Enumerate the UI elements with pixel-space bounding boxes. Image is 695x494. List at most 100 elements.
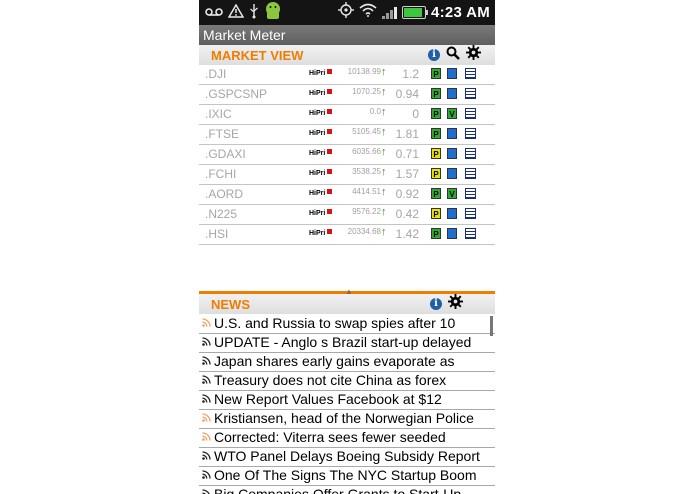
market-row[interactable]: .DJI HiPri 10138.99 ↑ 1.2 P V xyxy=(199,65,495,85)
market-change: 0 xyxy=(412,107,419,121)
v-button[interactable]: V xyxy=(447,188,457,199)
priority-flag-icon xyxy=(327,89,332,94)
priority-flag-icon xyxy=(327,169,332,174)
app-title: Market Meter xyxy=(199,25,495,45)
news-item[interactable]: Treasury does not cite China as forex xyxy=(199,372,495,391)
gear-icon[interactable] xyxy=(448,294,463,314)
news-headline: Japan shares early gains evaporate as xyxy=(214,353,455,369)
notes-icon[interactable] xyxy=(465,228,476,239)
news-scrollbar[interactable] xyxy=(490,316,493,336)
phone-screen: 4:23 AM Market Meter MARKET VIEW i .DJI H… xyxy=(199,0,495,494)
v-button[interactable]: V xyxy=(447,68,457,79)
market-symbol: .FTSE xyxy=(205,127,240,141)
search-icon[interactable] xyxy=(446,46,460,65)
news-headline: Treasury does not cite China as forex xyxy=(214,372,447,388)
market-price: 4414.51 xyxy=(352,187,381,196)
info-icon[interactable]: i xyxy=(428,49,440,61)
p-button[interactable]: P xyxy=(431,128,441,139)
p-button[interactable]: P xyxy=(431,188,441,199)
news-item[interactable]: Corrected: Viterra sees fewer seeded xyxy=(199,429,495,448)
market-symbol: .GSPCSNP xyxy=(205,87,268,101)
market-change: 1.81 xyxy=(395,127,419,141)
news-item[interactable]: One Of The Signs The NYC Startup Boom xyxy=(199,467,495,486)
market-change: 0.94 xyxy=(395,87,419,101)
v-button[interactable]: V xyxy=(447,168,457,179)
news-item[interactable]: New Report Values Facebook at $12 xyxy=(199,391,495,410)
news-item[interactable]: Japan shares early gains evaporate as xyxy=(199,353,495,372)
priority-label: HiPri xyxy=(309,130,326,137)
news-item[interactable]: Kristiansen, head of the Norwegian Polic… xyxy=(199,410,495,429)
news-headline: Big Companies Offer Grants to Start-Up xyxy=(214,486,462,494)
rss-feed-icon xyxy=(202,432,211,441)
v-button[interactable]: V xyxy=(447,208,457,219)
news-item[interactable]: Big Companies Offer Grants to Start-Up xyxy=(199,486,495,494)
rss-feed-icon xyxy=(202,394,211,403)
market-symbol: .FCHI xyxy=(205,167,237,181)
market-row[interactable]: .FCHI HiPri 3538.25 ↑ 1.57 P V xyxy=(199,165,495,185)
v-button[interactable]: V xyxy=(447,108,457,119)
market-price: 9576.22 xyxy=(352,207,381,216)
notes-icon[interactable] xyxy=(465,188,476,199)
p-button[interactable]: P xyxy=(431,148,441,159)
v-button[interactable]: V xyxy=(447,148,457,159)
notes-icon[interactable] xyxy=(465,168,476,179)
notes-icon[interactable] xyxy=(465,68,476,79)
up-arrow-icon: ↑ xyxy=(381,66,387,78)
up-arrow-icon: ↑ xyxy=(381,126,387,138)
news-headline: WTO Panel Delays Boeing Subsidy Report xyxy=(214,448,480,464)
market-row[interactable]: .N225 HiPri 9576.22 ↑ 0.42 P V xyxy=(199,205,495,225)
up-arrow-icon: ↑ xyxy=(381,166,387,178)
gear-icon[interactable] xyxy=(466,45,481,65)
market-row[interactable]: .HSI HiPri 20334.68 ↑ 1.42 P V xyxy=(199,225,495,245)
info-icon[interactable]: i xyxy=(430,298,442,310)
priority-label: HiPri xyxy=(309,230,326,237)
p-button[interactable]: P xyxy=(431,168,441,179)
news-headline: New Report Values Facebook at $12 xyxy=(214,391,442,407)
rss-feed-icon xyxy=(202,451,211,460)
news-item[interactable]: UPDATE - Anglo s Brazil start-up delayed xyxy=(199,334,495,353)
market-price: 6035.66 xyxy=(352,147,381,156)
p-button[interactable]: P xyxy=(431,208,441,219)
market-row[interactable]: .GSPCSNP HiPri 1070.25 ↑ 0.94 P V xyxy=(199,85,495,105)
v-button[interactable]: V xyxy=(447,88,457,99)
rss-feed-icon xyxy=(202,413,211,422)
news-headline: UPDATE - Anglo s Brazil start-up delayed xyxy=(214,334,472,350)
gps-icon xyxy=(337,2,354,23)
usb-icon xyxy=(249,3,259,23)
priority-label: HiPri xyxy=(309,70,326,77)
rss-feed-icon xyxy=(202,318,211,327)
up-arrow-icon: ↑ xyxy=(381,206,387,218)
notes-icon[interactable] xyxy=(465,108,476,119)
market-row[interactable]: .IXIC HiPri 0.0 ↑ 0 P V xyxy=(199,105,495,125)
market-row[interactable]: .FTSE HiPri 5105.45 ↑ 1.81 P V xyxy=(199,125,495,145)
news-item[interactable]: WTO Panel Delays Boeing Subsidy Report xyxy=(199,448,495,467)
p-button[interactable]: P xyxy=(431,228,441,239)
market-row[interactable]: .AORD HiPri 4414.51 ↑ 0.92 P V xyxy=(199,185,495,205)
notes-icon[interactable] xyxy=(465,88,476,99)
p-button[interactable]: P xyxy=(431,68,441,79)
market-change: 1.2 xyxy=(402,67,419,81)
priority-label: HiPri xyxy=(309,150,326,157)
wifi-icon xyxy=(359,3,377,22)
up-arrow-icon: ↑ xyxy=(381,186,387,198)
news-title: NEWS xyxy=(211,296,250,312)
p-button[interactable]: P xyxy=(431,88,441,99)
market-symbol: .HSI xyxy=(205,227,229,241)
up-arrow-icon: ↑ xyxy=(381,86,387,98)
market-row[interactable]: .GDAXI HiPri 6035.66 ↑ 0.71 P V xyxy=(199,145,495,165)
notes-icon[interactable] xyxy=(465,128,476,139)
news-headline: Kristiansen, head of the Norwegian Polic… xyxy=(214,410,474,426)
v-button[interactable]: V xyxy=(447,128,457,139)
market-change: 0.71 xyxy=(395,147,419,161)
news-header: NEWS i xyxy=(199,294,495,314)
news-item[interactable]: U.S. and Russia to swap spies after 10 xyxy=(199,315,495,334)
market-price: 5105.45 xyxy=(352,127,381,136)
notes-icon[interactable] xyxy=(465,208,476,219)
market-price: 3538.25 xyxy=(352,167,381,176)
v-button[interactable]: V xyxy=(447,228,457,239)
warning-icon xyxy=(227,3,245,22)
notes-icon[interactable] xyxy=(465,148,476,159)
priority-label: HiPri xyxy=(309,90,326,97)
p-button[interactable]: P xyxy=(431,108,441,119)
priority-label: HiPri xyxy=(309,170,326,177)
